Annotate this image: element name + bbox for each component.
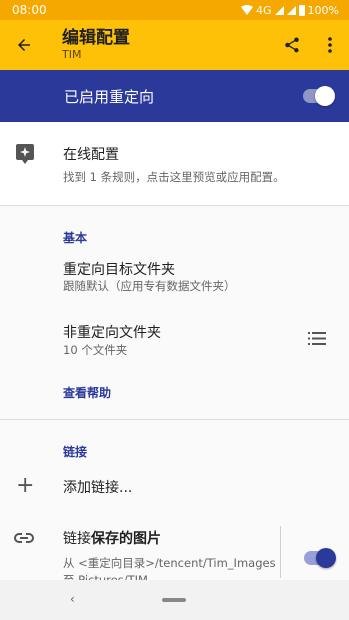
switch-thumb	[315, 86, 335, 106]
switch-thumb	[316, 548, 336, 568]
page-subtitle: TIM	[62, 48, 82, 61]
online-config-icon	[16, 144, 34, 164]
section-divider	[0, 419, 349, 420]
section-links-header: 链接	[63, 445, 88, 459]
more-vert-icon	[328, 37, 332, 53]
link-item-toggle[interactable]	[304, 548, 336, 568]
link-item-title: 链接保存的图片	[63, 528, 161, 548]
link-item-title-name: 保存的图片	[91, 531, 161, 547]
link-item-title-prefix: 链接	[63, 531, 91, 547]
online-config-row[interactable]: 在线配置 找到 1 条规则，点击这里预览或应用配置。	[0, 122, 349, 206]
non-redirect-subtitle: 10 个文件夹	[63, 343, 128, 357]
signal-icon	[274, 5, 284, 15]
list-icon[interactable]	[308, 332, 326, 345]
link-item-separator	[280, 526, 281, 578]
arrow-back-icon	[18, 39, 30, 51]
page-title: 编辑配置	[62, 28, 130, 48]
battery-icon	[298, 4, 305, 16]
online-config-description: 找到 1 条规则，点击这里预览或应用配置。	[63, 170, 285, 184]
non-redirect-title: 非重定向文件夹	[63, 325, 161, 341]
nav-back-button[interactable]: ‹	[70, 592, 75, 606]
target-folder-title: 重定向目标文件夹	[63, 262, 175, 278]
link-icon	[14, 533, 34, 543]
wifi-icon	[241, 5, 254, 15]
signal-icon-2	[286, 5, 296, 15]
battery-level: 100%	[307, 3, 339, 17]
add-icon: +	[16, 473, 35, 498]
add-link-label: 添加链接...	[63, 480, 133, 496]
share-icon	[285, 37, 299, 53]
status-icons: 4G 100%	[241, 4, 339, 17]
online-config-title: 在线配置	[63, 147, 119, 163]
back-button[interactable]	[0, 20, 48, 70]
section-basic-header: 基本	[63, 231, 88, 245]
status-bar: 08:00 4G 100%	[0, 0, 349, 20]
master-switch-label: 已启用重定向	[64, 87, 155, 106]
link-item-source: 从 <重定向目录>/tencent/Tim_Images	[63, 556, 276, 570]
app-bar-titles: 编辑配置 TIM	[48, 28, 273, 62]
status-time: 08:00	[12, 3, 47, 17]
system-nav-bar: ‹	[0, 580, 349, 620]
network-label: 4G	[256, 3, 272, 17]
master-switch-toggle[interactable]	[303, 86, 335, 106]
app-bar: 编辑配置 TIM	[0, 20, 349, 70]
overflow-menu-button[interactable]	[311, 20, 349, 70]
master-switch-row[interactable]: 已启用重定向	[0, 70, 349, 122]
help-link[interactable]: 查看帮助	[63, 384, 111, 401]
target-folder-subtitle: 跟随默认（应用专有数据文件夹）	[63, 279, 236, 293]
share-button[interactable]	[273, 20, 311, 70]
nav-home-handle[interactable]	[162, 598, 186, 602]
